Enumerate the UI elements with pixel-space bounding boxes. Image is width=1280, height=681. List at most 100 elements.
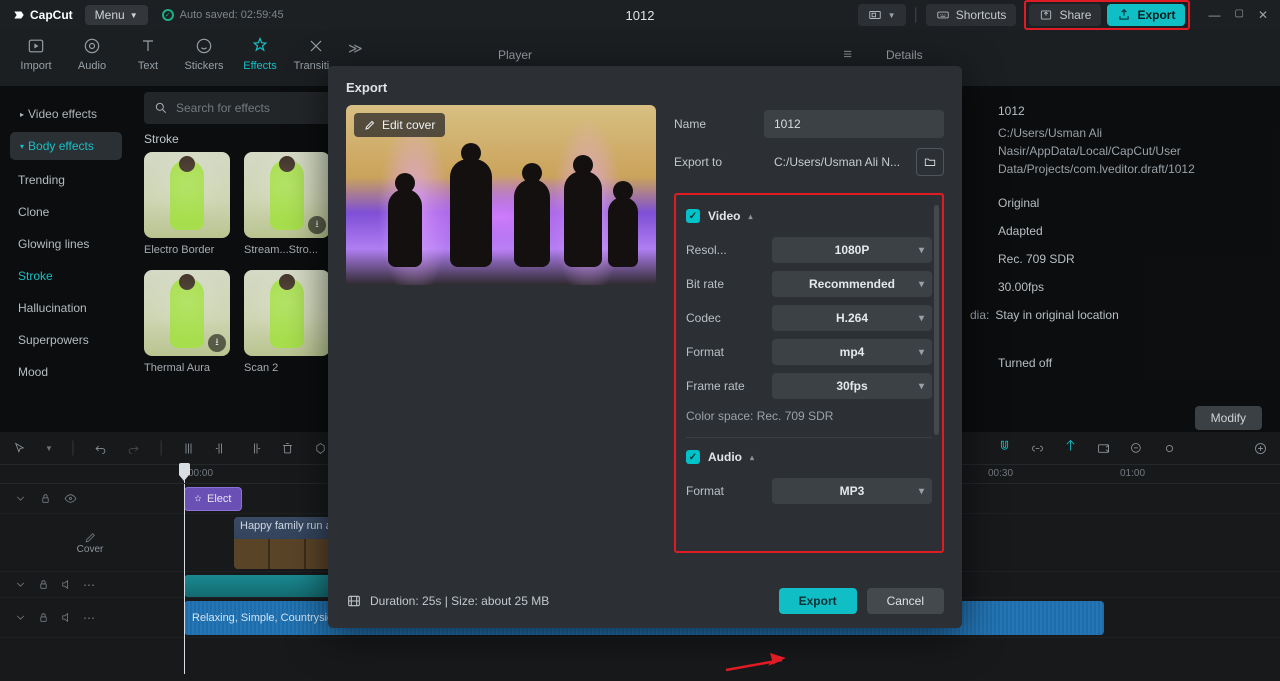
bitrate-label: Bit rate: [686, 277, 772, 291]
redo-icon[interactable]: [126, 441, 141, 456]
effect-card[interactable]: Electro Border: [144, 152, 230, 256]
sidebar-item-stroke[interactable]: Stroke: [0, 260, 132, 292]
sidebar-item-clone[interactable]: Clone: [0, 196, 132, 228]
modify-button[interactable]: Modify: [1195, 406, 1262, 430]
speaker-icon[interactable]: [60, 611, 73, 624]
sidebar-body-effects[interactable]: ▾Body effects: [10, 132, 122, 160]
chevron-down-icon: ▾: [20, 142, 24, 151]
minimize-icon[interactable]: —: [1208, 8, 1220, 22]
audio-format-select[interactable]: MP3▾: [772, 478, 932, 504]
tab-stickers[interactable]: Stickers: [176, 36, 232, 72]
app-logo: CapCut: [12, 8, 73, 22]
menu-button[interactable]: Menu ▼: [85, 5, 148, 25]
split-icon[interactable]: [181, 441, 196, 456]
aspect-ratio-button[interactable]: ▼: [858, 4, 906, 26]
zoom-out-icon[interactable]: [1129, 441, 1144, 456]
name-input[interactable]: 1012: [764, 110, 944, 138]
sidebar-item-mood[interactable]: Mood: [0, 356, 132, 388]
record-icon[interactable]: [1162, 441, 1177, 456]
effect-clip[interactable]: Elect: [184, 487, 242, 511]
video-format-select[interactable]: mp4▾: [772, 339, 932, 365]
chevron-up-icon: ▴: [750, 453, 754, 462]
export-dialog: Export Edit cover Name: [328, 66, 962, 628]
eye-icon[interactable]: [64, 492, 77, 505]
audio-section-header[interactable]: ✓ Audio ▴: [686, 450, 932, 464]
aspect-icon: [868, 8, 882, 22]
export-settings-highlight: ✓ Video ▴ Resol...1080P▾ Bit rateRecomme…: [674, 193, 944, 553]
check-icon: [162, 9, 174, 21]
resolution-select[interactable]: 1080P▾: [772, 237, 932, 263]
sidebar-video-effects[interactable]: ▸Video effects: [10, 100, 122, 128]
chevron-down-icon: ▾: [919, 381, 924, 392]
sidebar-item-trending[interactable]: Trending: [0, 164, 132, 196]
split-right-icon[interactable]: [247, 441, 262, 456]
export-button[interactable]: Export: [1107, 4, 1185, 26]
resolution-label: Resol...: [686, 243, 772, 257]
pointer-icon[interactable]: [12, 441, 27, 456]
collapse-icon[interactable]: [14, 492, 27, 505]
snap-icon[interactable]: [1063, 438, 1078, 453]
download-icon[interactable]: ⭳: [208, 334, 226, 352]
share-export-highlight: Share Export: [1024, 0, 1190, 30]
framerate-select[interactable]: 30fps▾: [772, 373, 932, 399]
collapse-icon[interactable]: [14, 611, 27, 624]
colorspace-hint: Color space: Rec. 709 SDR: [686, 409, 932, 423]
details-name: 1012: [998, 104, 1262, 118]
lock-icon[interactable]: [39, 492, 52, 505]
preview-icon[interactable]: [1096, 441, 1111, 456]
effect-card[interactable]: ⭳Thermal Aura: [144, 270, 230, 374]
video-section-header[interactable]: ✓ Video ▴: [686, 209, 932, 223]
checkbox-checked-icon[interactable]: ✓: [686, 209, 700, 223]
lock-icon[interactable]: [37, 611, 50, 624]
lock-icon[interactable]: [37, 578, 50, 591]
titlebar: CapCut Menu ▼ Auto saved: 02:59:45 1012 …: [0, 0, 1280, 30]
link-icon[interactable]: [1030, 441, 1045, 456]
magnet-icon[interactable]: [997, 438, 1012, 453]
details-fps: 30.00fps: [998, 280, 1262, 294]
codec-select[interactable]: H.264▾: [772, 305, 932, 331]
bitrate-select[interactable]: Recommended▾: [772, 271, 932, 297]
app-name: CapCut: [30, 8, 73, 22]
player-hamburger-icon[interactable]: ≡: [843, 46, 852, 63]
shortcuts-button[interactable]: Shortcuts: [926, 4, 1017, 26]
checkbox-checked-icon[interactable]: ✓: [686, 450, 700, 464]
tab-effects[interactable]: Effects: [232, 36, 288, 72]
zoom-add-icon[interactable]: [1253, 441, 1268, 456]
browse-folder-button[interactable]: [916, 148, 944, 176]
export-to-label: Export to: [674, 155, 764, 169]
dialog-export-button[interactable]: Export: [779, 588, 857, 614]
share-button[interactable]: Share: [1029, 4, 1101, 26]
sidebar-item-hallucination[interactable]: Hallucination: [0, 292, 132, 324]
edit-icon[interactable]: [84, 531, 97, 544]
playhead-line[interactable]: [184, 484, 185, 674]
close-icon[interactable]: ✕: [1258, 8, 1268, 22]
details-panel: 1012 C:/Users/Usman Ali Nasir/AppData/Lo…: [980, 86, 1280, 388]
split-left-icon[interactable]: [214, 441, 229, 456]
details-colorspace: Rec. 709 SDR: [998, 252, 1262, 266]
delete-icon[interactable]: [280, 441, 295, 456]
download-icon[interactable]: ⭳: [308, 216, 326, 234]
folder-icon: [923, 155, 937, 169]
tab-import[interactable]: Import: [8, 36, 64, 72]
marker-icon[interactable]: [313, 441, 328, 456]
dialog-cancel-button[interactable]: Cancel: [867, 588, 944, 614]
edit-cover-button[interactable]: Edit cover: [354, 113, 445, 137]
effect-card[interactable]: Scan 2: [244, 270, 330, 374]
details-path: C:/Users/Usman Ali Nasir/AppData/Local/C…: [998, 124, 1262, 178]
player-panel-label: Player: [498, 48, 532, 62]
project-title: 1012: [626, 8, 655, 23]
sidebar-item-glowing[interactable]: Glowing lines: [0, 228, 132, 260]
chevron-down-icon: ▾: [919, 486, 924, 497]
playhead[interactable]: [184, 465, 185, 483]
speaker-icon[interactable]: [60, 578, 73, 591]
collapse-icon[interactable]: [14, 578, 27, 591]
details-media: Stay in original location: [995, 308, 1118, 322]
maximize-icon[interactable]: ▢: [1234, 8, 1243, 22]
effect-card[interactable]: ⭳Stream...Stro...: [244, 152, 330, 256]
scrollbar[interactable]: [934, 205, 939, 435]
tab-text[interactable]: Text: [120, 36, 176, 72]
undo-icon[interactable]: [93, 441, 108, 456]
tab-audio[interactable]: Audio: [64, 36, 120, 72]
sidebar-item-superpowers[interactable]: Superpowers: [0, 324, 132, 356]
name-label: Name: [674, 117, 764, 131]
